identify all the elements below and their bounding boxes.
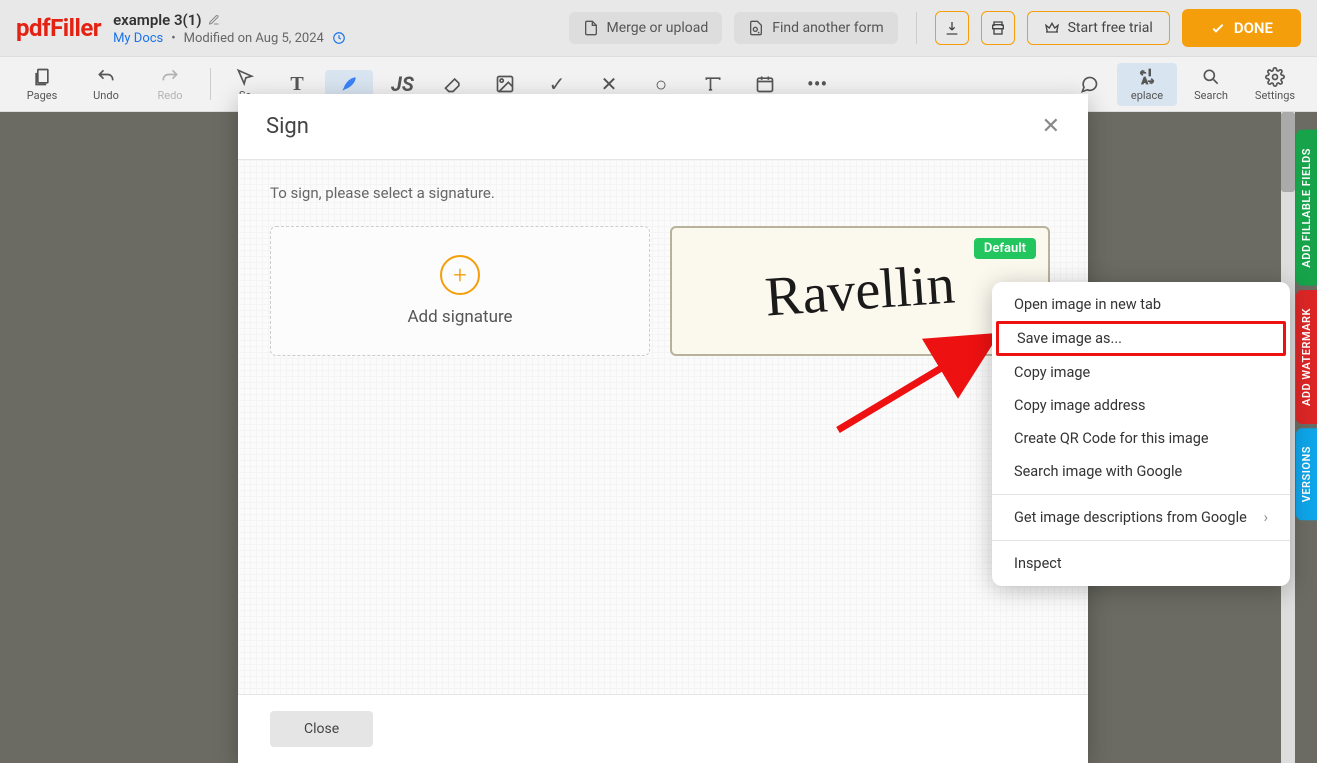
gear-icon xyxy=(1265,67,1285,87)
context-menu: Open image in new tab Save image as... C… xyxy=(992,282,1290,586)
search-label: Search xyxy=(1194,89,1228,102)
add-signature-card[interactable]: + Add signature xyxy=(270,226,650,356)
check-icon xyxy=(1210,20,1226,36)
image-icon xyxy=(495,74,515,94)
eraser-icon xyxy=(443,74,463,94)
print-icon xyxy=(990,20,1006,36)
ctx-create-qr[interactable]: Create QR Code for this image xyxy=(992,422,1290,455)
done-button[interactable]: DONE xyxy=(1182,9,1301,47)
add-fields-tab[interactable]: ADD FILLABLE FIELDS xyxy=(1296,130,1317,286)
app-header: pdfFiller example 3(1) My Docs • Modifie… xyxy=(0,0,1317,56)
ctx-separator-1 xyxy=(992,494,1290,495)
merge-icon xyxy=(583,20,599,36)
dot-separator: • xyxy=(171,31,175,46)
my-docs-link[interactable]: My Docs xyxy=(113,31,163,46)
search-tool[interactable]: Search xyxy=(1181,63,1241,106)
sign-modal: Sign ✕ To sign, please select a signatur… xyxy=(238,94,1088,763)
undo-icon xyxy=(96,67,116,87)
redo-tool[interactable]: Redo xyxy=(140,63,200,106)
ctx-separator-2 xyxy=(992,540,1290,541)
svg-text:I: I xyxy=(1149,68,1151,78)
merge-upload-button[interactable]: Merge or upload xyxy=(569,12,723,44)
modal-body: To sign, please select a signature. + Ad… xyxy=(238,160,1088,694)
ctx-search-google[interactable]: Search image with Google xyxy=(992,455,1290,488)
feather-icon xyxy=(339,74,359,94)
ctx-copy-image[interactable]: Copy image xyxy=(992,356,1290,389)
pages-label: Pages xyxy=(27,89,58,102)
redo-icon xyxy=(160,67,180,87)
search-icon xyxy=(1201,67,1221,87)
initials-icon: JS xyxy=(391,74,411,94)
ctx-save-image-as[interactable]: Save image as... xyxy=(996,321,1286,356)
versions-tab[interactable]: VERSIONS xyxy=(1296,428,1317,520)
app-logo: pdfFiller xyxy=(16,14,101,42)
history-icon[interactable] xyxy=(332,31,346,45)
textbox-icon xyxy=(703,74,723,94)
start-trial-label: Start free trial xyxy=(1068,20,1153,36)
ctx-inspect[interactable]: Inspect xyxy=(992,547,1290,580)
header-divider xyxy=(916,12,917,44)
modal-footer: Close xyxy=(238,694,1088,763)
done-label: DONE xyxy=(1234,19,1273,37)
modal-title: Sign xyxy=(266,114,309,139)
modal-header: Sign ✕ xyxy=(238,94,1088,160)
replace-icon: AI xyxy=(1137,67,1157,87)
ctx-image-descriptions[interactable]: Get image descriptions from Google› xyxy=(992,501,1290,534)
signature-row: + Add signature Default Ravellin xyxy=(270,226,1056,356)
text-icon: T xyxy=(287,74,307,94)
ctx-copy-address[interactable]: Copy image address xyxy=(992,389,1290,422)
add-watermark-tab[interactable]: ADD WATERMARK xyxy=(1296,290,1317,424)
add-signature-label: Add signature xyxy=(407,307,512,327)
comment-icon xyxy=(1079,74,1099,94)
redo-label: Redo xyxy=(157,89,182,102)
undo-tool[interactable]: Undo xyxy=(76,63,136,106)
document-meta: example 3(1) My Docs • Modified on Aug 5… xyxy=(113,11,346,46)
close-button[interactable]: Close xyxy=(270,711,373,747)
modified-label: Modified on Aug 5, 2024 xyxy=(184,31,324,46)
plus-circle-icon: + xyxy=(440,255,480,295)
x-icon: ✕ xyxy=(599,74,619,94)
toolbar-divider-1 xyxy=(210,68,211,100)
find-form-label: Find another form xyxy=(772,20,883,36)
ellipsis-icon: ••• xyxy=(807,74,827,94)
start-trial-button[interactable]: Start free trial xyxy=(1027,11,1170,45)
print-button[interactable] xyxy=(981,11,1015,45)
settings-tool[interactable]: Settings xyxy=(1245,63,1305,106)
undo-label: Undo xyxy=(93,89,119,102)
scroll-thumb[interactable] xyxy=(1281,112,1295,192)
pages-tool[interactable]: Pages xyxy=(12,63,72,106)
settings-label: Settings xyxy=(1255,89,1295,102)
download-button[interactable] xyxy=(935,11,969,45)
merge-upload-label: Merge or upload xyxy=(607,20,709,36)
right-side-tabs: ADD FILLABLE FIELDS ADD WATERMARK VERSIO… xyxy=(1296,130,1317,520)
cursor-icon xyxy=(235,67,255,87)
edit-title-icon[interactable] xyxy=(208,14,220,26)
replace-label: eplace xyxy=(1131,89,1163,102)
modal-close-button[interactable]: ✕ xyxy=(1042,114,1060,139)
ctx-open-new-tab[interactable]: Open image in new tab xyxy=(992,288,1290,321)
modal-instruction: To sign, please select a signature. xyxy=(270,184,1056,202)
pages-icon xyxy=(32,67,52,87)
default-badge: Default xyxy=(974,238,1036,259)
download-icon xyxy=(944,20,960,36)
checkmark-icon: ✓ xyxy=(547,74,567,94)
find-form-icon xyxy=(748,20,764,36)
chevron-right-icon: › xyxy=(1264,509,1268,526)
crown-icon xyxy=(1044,20,1060,36)
document-title: example 3(1) xyxy=(113,11,202,29)
find-form-button[interactable]: Find another form xyxy=(734,12,897,44)
circle-icon: ○ xyxy=(651,74,671,94)
signature-preview: Ravellin xyxy=(763,252,957,329)
calendar-icon xyxy=(755,74,775,94)
replace-tool[interactable]: AI eplace xyxy=(1117,63,1177,106)
svg-text:A: A xyxy=(1142,76,1148,86)
